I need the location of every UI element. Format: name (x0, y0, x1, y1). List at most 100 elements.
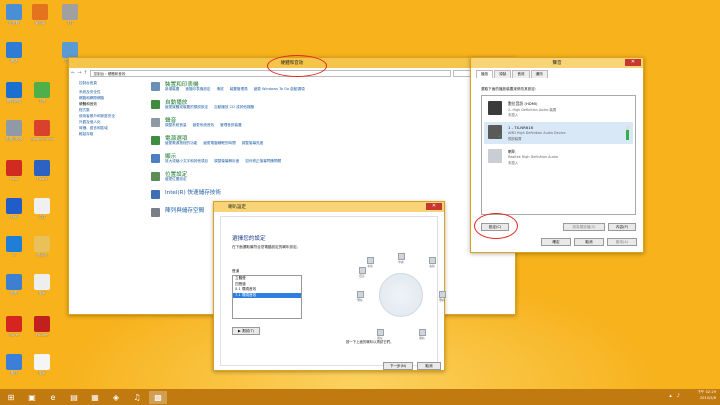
start-button[interactable]: ⊞ (2, 391, 20, 404)
speaker-label: 側左 (357, 299, 363, 302)
desktop-icon-label: McAfee (35, 333, 49, 337)
properties-button[interactable]: 內容(P) (608, 223, 636, 231)
desktop-icon[interactable]: 資料夾 (30, 236, 54, 258)
category-link[interactable]: 變更 Windows To Go 啟動選項 (254, 87, 305, 91)
forward-arrow-icon[interactable]: → (77, 70, 81, 76)
configure-button[interactable]: 設定(C) (481, 223, 509, 231)
back-arrow-icon[interactable]: ← (71, 70, 75, 76)
device-item[interactable]: 喇叭 Realtek High Definition Audio 未插入 (484, 146, 633, 168)
desktop-icon[interactable]: 檔案 (30, 274, 54, 296)
category-link[interactable]: 調整螢幕亮度 (242, 141, 264, 145)
sound-tab[interactable]: 播放 (476, 70, 494, 78)
taskbar-app-icon[interactable]: ▩ (149, 390, 167, 404)
desktop-icon[interactable]: 資源回收筒 (2, 120, 26, 142)
category-link[interactable]: 變更電源按鈕的功能 (165, 141, 197, 145)
category-link[interactable]: 進階印表機設定 (185, 87, 210, 91)
ok-button[interactable]: 確定 (541, 238, 571, 246)
sound-tab[interactable]: 音效 (512, 70, 530, 78)
volume-icon[interactable]: ♪ (677, 393, 680, 399)
speaker-diagram[interactable]: 左前 中央 右前側左 側右後左後右 低音 (356, 253, 446, 340)
category-link[interactable]: 自動播放 CD 或其他媒體 (214, 105, 254, 109)
sound-tab[interactable]: 錄製 (494, 70, 512, 78)
test-button[interactable]: ▶ 測試(T) (232, 327, 260, 335)
category-link[interactable]: 變更電腦睡眠的時間 (203, 141, 235, 145)
desktop-icon-label: 工具 (38, 99, 46, 103)
desktop-icon[interactable]: 文件 (58, 4, 82, 26)
category-link[interactable]: 放大或縮小文字和其他項目 (165, 159, 208, 163)
desktop-icon[interactable]: Media (30, 160, 54, 181)
category-links: 調整系統音量 變更系統音效 管理音訊裝置 (165, 123, 248, 128)
channel-option[interactable]: 7.1 環繞音效 (233, 292, 301, 298)
left-nav-item[interactable]: 控制台首頁 (79, 80, 145, 86)
desktop-icon[interactable]: 網路 (2, 42, 26, 64)
channel-list[interactable]: 立體聲 四聲道 5.1 環繞音效 7.1 環繞音效 (232, 275, 302, 319)
category-heading[interactable]: Intel(R) 快速儲存技術 (165, 188, 221, 196)
speaker-label: 後右 (419, 337, 425, 340)
taskbar-app-icon[interactable]: e (44, 391, 62, 404)
desktop-icon[interactable]: McAfee (30, 316, 54, 337)
desktop-icon[interactable]: 捷徑 (2, 354, 26, 376)
up-arrow-icon[interactable]: ↑ (83, 70, 87, 76)
speaker[interactable]: 側左 (355, 291, 365, 302)
taskbar-app-icon[interactable]: ▣ (23, 391, 41, 404)
device-list[interactable]: 數位音訊 (HDMI) 2- High Definition Audio 裝置 未插… (481, 95, 636, 215)
set-default-button[interactable]: 設為預設值(S) (563, 223, 605, 231)
category-link[interactable]: 滑鼠 (217, 87, 224, 91)
apply-button[interactable]: 套用(A) (607, 238, 637, 246)
desktop-icon[interactable]: 工具 (30, 82, 54, 104)
category-icon (151, 172, 160, 181)
speaker[interactable]: 低音 (357, 267, 367, 278)
device-icon (488, 101, 502, 115)
speaker-setup-titlebar[interactable]: 喇叭設定 ✕ (214, 202, 444, 212)
speaker[interactable]: 中央 (396, 253, 406, 264)
left-navigation: 控制台首頁 系統及安全性 網路和網際網路 硬體和音效 程式集 使用者帳戶和家庭安全 外觀及個… (79, 80, 145, 137)
category-link[interactable]: 管理音訊裝置 (220, 123, 242, 127)
category-link[interactable]: 變更位置設定 (165, 177, 187, 181)
taskbar-app-icon[interactable]: ♫ (128, 391, 146, 404)
device-item[interactable]: 數位音訊 (HDMI) 2- High Definition Audio 裝置 未插… (484, 98, 633, 120)
network-icon[interactable]: ▴ (669, 393, 672, 399)
speaker[interactable]: 後右 (417, 329, 427, 340)
control-panel-titlebar[interactable]: 硬體和音效 ─□✕ (69, 58, 515, 68)
category-link[interactable]: 如何修正螢幕閃爍問題 (245, 159, 281, 163)
desktop-icon-image-icon (34, 160, 50, 176)
category-link[interactable]: 裝置管理員 (230, 87, 248, 91)
wizard-cancel-button[interactable]: 取消 (417, 362, 441, 370)
desktop-icon[interactable]: IE (2, 236, 26, 257)
clock[interactable]: 下午 02:29 2015/5/6 (697, 390, 716, 401)
desktop-icon[interactable]: Nero (2, 160, 26, 181)
desktop-icon[interactable]: Player (2, 316, 26, 337)
speaker[interactable]: 側右 (437, 291, 447, 302)
taskbar-app-icon[interactable]: ▤ (65, 391, 83, 404)
desktop-icon[interactable]: 此電腦 (2, 4, 26, 26)
category-link[interactable]: 變更系統音效 (193, 123, 215, 127)
taskbar-app-icon[interactable]: ◈ (107, 391, 125, 404)
category-link[interactable]: 調整螢幕解析度 (214, 159, 239, 163)
sound-dialog-titlebar[interactable]: 聲音 ✕ (471, 58, 643, 68)
sound-dialog-close-button[interactable]: ✕ (625, 59, 641, 66)
speaker[interactable]: 右前 (427, 257, 437, 268)
category-heading[interactable]: 陣列與儲存空間 (165, 206, 204, 214)
desktop-icon[interactable]: 網際網路 (2, 82, 26, 104)
desktop-icon[interactable]: 遊戲 (2, 274, 26, 296)
desktop-icon[interactable]: 檔案 (30, 354, 54, 376)
next-button[interactable]: 下一步(N) (383, 362, 413, 370)
category-link[interactable]: 變更媒體或裝置的預設設定 (165, 105, 208, 109)
desktop-icon-label: Flash (9, 215, 19, 219)
speaker[interactable]: 後左 (375, 329, 385, 340)
left-nav-item[interactable]: 輕鬆存取 (79, 131, 145, 137)
cancel-button[interactable]: 取消 (574, 238, 604, 246)
category-link[interactable]: 調整系統音量 (165, 123, 187, 127)
speaker-setup-close-button[interactable]: ✕ (426, 203, 442, 210)
speaker[interactable]: 左前 (365, 257, 375, 268)
desktop-icon[interactable]: Flash (2, 198, 26, 219)
desktop-icon[interactable]: 文件 (30, 198, 54, 220)
address-field[interactable]: 控制台 › 硬體和音效 (89, 69, 451, 77)
device-item[interactable]: 1 - TX-NR616 AMD High Definition Audio De… (484, 122, 633, 144)
category-link[interactable]: 新增裝置 (165, 87, 179, 91)
desktop-icon[interactable]: Google Chrome (30, 120, 54, 141)
sound-tab[interactable]: 通訊 (530, 70, 548, 78)
taskbar-app-icon[interactable]: ▦ (86, 391, 104, 404)
default-check-icon: ✔ (498, 134, 503, 140)
desktop-icon[interactable]: 使用者 (28, 4, 52, 26)
